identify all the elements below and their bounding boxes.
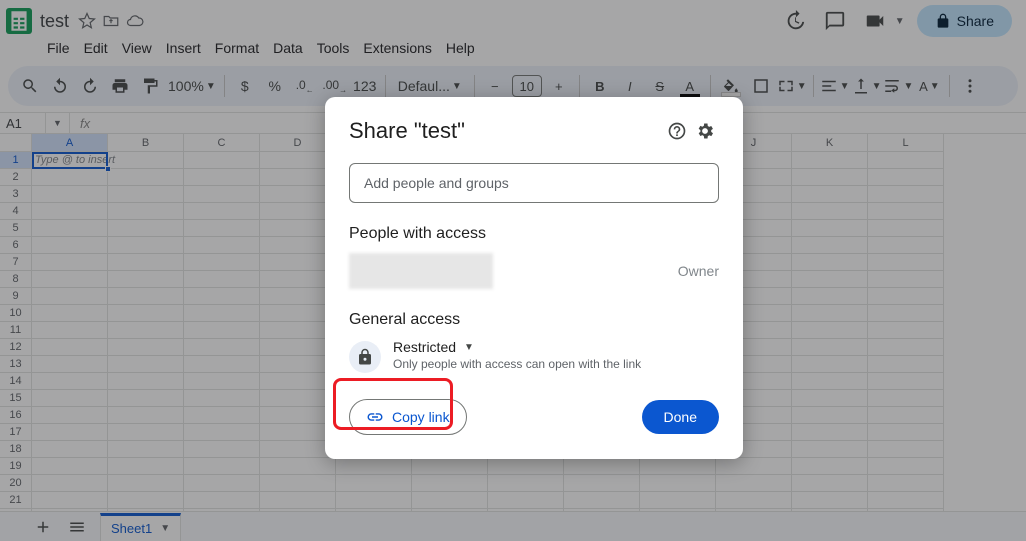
general-access-heading: General access — [349, 311, 719, 329]
restricted-lock-icon — [349, 341, 381, 373]
general-access-select[interactable]: Restricted ▼ — [393, 339, 641, 355]
people-with-access-heading: People with access — [349, 225, 719, 243]
owner-identity-redacted — [349, 253, 493, 289]
share-dialog-title: Share "test" — [349, 118, 663, 144]
link-icon — [366, 408, 384, 426]
copy-link-label: Copy link — [392, 409, 450, 425]
owner-role-label: Owner — [678, 263, 719, 279]
share-dialog: Share "test" People with access Owner Ge… — [325, 97, 743, 459]
general-access-value: Restricted — [393, 339, 456, 355]
general-access-description: Only people with access can open with th… — [393, 357, 641, 371]
done-button[interactable]: Done — [642, 400, 719, 434]
chevron-down-icon: ▼ — [464, 342, 474, 353]
share-settings-icon[interactable] — [691, 117, 719, 145]
copy-link-button[interactable]: Copy link — [349, 399, 467, 435]
add-people-input[interactable] — [349, 163, 719, 203]
help-icon[interactable] — [663, 117, 691, 145]
